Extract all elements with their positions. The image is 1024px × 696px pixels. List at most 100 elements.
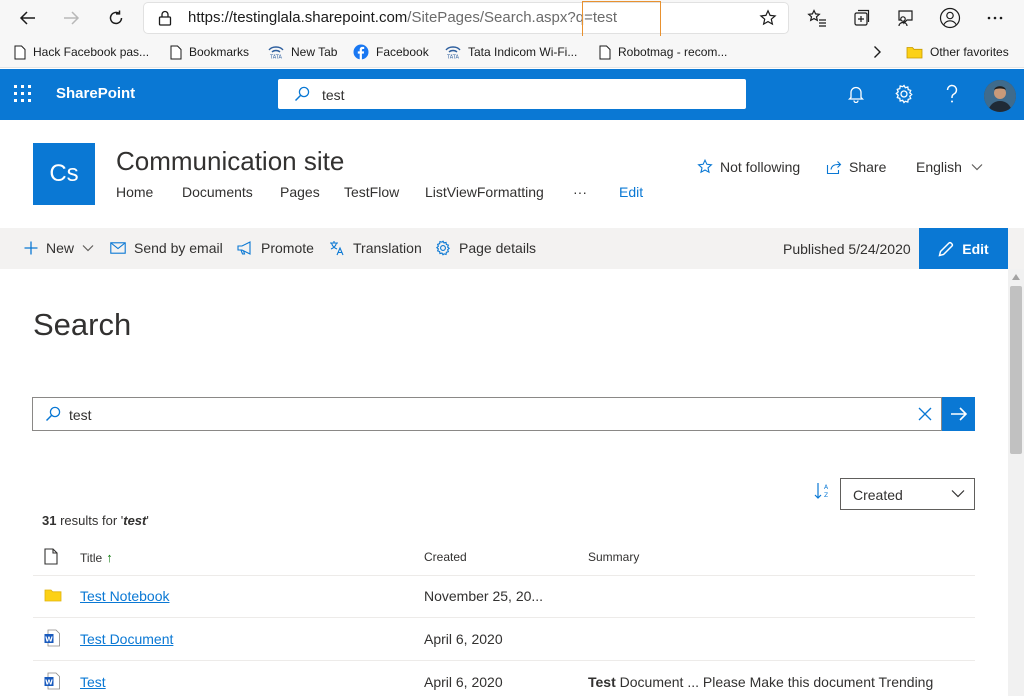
collections-button[interactable] <box>847 4 875 32</box>
site-logo[interactable]: Cs <box>33 143 95 205</box>
forward-button[interactable] <box>57 4 85 32</box>
profile-icon <box>939 7 961 29</box>
site-nav-listviewformatting[interactable]: ListViewFormatting <box>425 184 544 200</box>
svg-text:TATA: TATA <box>269 55 282 60</box>
result-created: April 6, 2020 <box>424 631 503 647</box>
site-nav-pages[interactable]: Pages <box>280 184 320 200</box>
sort-by-dropdown[interactable]: Created <box>840 478 975 510</box>
search-submit-button[interactable] <box>942 397 975 431</box>
published-status: Published 5/24/2020 <box>783 241 911 257</box>
svg-text:Z: Z <box>824 492 828 499</box>
gear-icon <box>436 240 450 256</box>
follow-label: Not following <box>720 159 801 175</box>
translation-button[interactable]: Translation <box>329 240 422 256</box>
site-nav-documents[interactable]: Documents <box>182 184 253 200</box>
follow-button[interactable]: Not following <box>697 159 800 175</box>
facebook-icon <box>353 44 369 60</box>
result-title-link[interactable]: Test Notebook <box>80 588 170 604</box>
promote-button[interactable]: Promote <box>237 240 314 256</box>
settings-more-button[interactable] <box>981 4 1009 32</box>
bookmark-tata-indicom[interactable]: TATA Tata Indicom Wi-Fi... <box>445 43 577 61</box>
site-nav-edit-link[interactable]: Edit <box>619 184 643 200</box>
mail-icon <box>110 242 126 254</box>
scrollbar-thumb[interactable] <box>1010 286 1022 454</box>
folder-icon <box>906 46 923 59</box>
send-by-email-button[interactable]: Send by email <box>110 240 223 256</box>
row-divider <box>33 617 975 618</box>
column-header-created[interactable]: Created <box>424 550 467 564</box>
app-launcher-waffle-icon[interactable] <box>14 85 32 103</box>
document-type-icon[interactable] <box>44 548 58 565</box>
sort-az-icon[interactable]: AZ <box>814 482 830 500</box>
scroll-up-arrow-icon[interactable] <box>1012 274 1020 280</box>
sort-by-value: Created <box>853 487 903 503</box>
edit-page-button[interactable]: Edit <box>919 228 1008 269</box>
svg-text:TATA: TATA <box>446 55 459 60</box>
user-photo-icon <box>984 80 1016 112</box>
new-label: New <box>46 240 75 256</box>
search-icon <box>45 406 61 422</box>
suite-search-box[interactable]: test <box>278 79 746 109</box>
summary-text: Document ... Please Make this document T… <box>615 674 934 690</box>
app-name[interactable]: SharePoint <box>56 85 135 102</box>
feedback-button[interactable] <box>891 4 919 32</box>
translate-icon <box>330 241 344 256</box>
browser-toolbar: https://testinglala.sharepoint.com/SiteP… <box>0 0 1024 37</box>
new-button[interactable]: New <box>24 240 94 256</box>
bell-icon <box>848 86 864 103</box>
profile-button[interactable] <box>936 4 964 32</box>
bookmark-label: Hack Facebook pas... <box>33 45 150 59</box>
result-title-link[interactable]: Test <box>80 674 106 690</box>
search-input[interactable]: test <box>69 407 92 423</box>
suite-search-input[interactable]: test <box>322 87 345 103</box>
column-header-title[interactable]: Title ↑ <box>80 550 113 565</box>
share-button[interactable]: Share <box>826 159 886 175</box>
chevron-down-icon <box>951 490 965 498</box>
bookmark-label: Facebook <box>376 45 429 59</box>
command-bar: New Send by email Promote Translation Pa… <box>0 228 1024 269</box>
site-nav-more[interactable]: ··· <box>573 184 587 200</box>
language-label: English <box>916 159 962 175</box>
column-header-summary[interactable]: Summary <box>588 550 639 564</box>
result-created: November 25, 20... <box>424 588 544 604</box>
share-icon <box>826 160 842 174</box>
bookmark-new-tab[interactable]: TATA New Tab <box>268 43 337 61</box>
notifications-button[interactable] <box>844 82 868 106</box>
result-title-link[interactable]: Test Document <box>80 631 173 647</box>
page-icon <box>599 45 611 60</box>
page-details-button[interactable]: Page details <box>435 240 536 256</box>
tata-icon: TATA <box>445 45 461 59</box>
site-nav-testflow[interactable]: TestFlow <box>344 184 399 200</box>
row-divider <box>33 660 975 661</box>
close-icon[interactable] <box>917 406 933 422</box>
bookmark-facebook[interactable]: Facebook <box>353 43 429 61</box>
bookmark-bookmarks[interactable]: Bookmarks <box>170 43 249 61</box>
bookmarks-overflow-button[interactable] <box>872 43 882 61</box>
url-text: https://testinglala.sharepoint.com/SiteP… <box>188 9 617 26</box>
help-button[interactable] <box>940 82 964 106</box>
more-dots-icon <box>987 16 1003 20</box>
address-bar[interactable]: https://testinglala.sharepoint.com/SiteP… <box>144 3 788 33</box>
favorites-button[interactable] <box>803 4 831 32</box>
url-query-highlight <box>582 1 661 37</box>
search-box[interactable]: test <box>32 397 942 431</box>
back-arrow-icon <box>19 11 35 25</box>
language-selector[interactable]: English <box>916 159 983 175</box>
search-icon <box>294 86 310 102</box>
back-button[interactable] <box>14 4 42 32</box>
user-avatar[interactable] <box>984 80 1016 112</box>
refresh-button[interactable] <box>102 4 130 32</box>
page-icon <box>170 45 182 60</box>
favorite-star-button[interactable] <box>754 4 782 32</box>
word-doc-icon: W <box>44 672 60 690</box>
column-title-label: Title <box>80 551 103 565</box>
site-title[interactable]: Communication site <box>116 146 344 177</box>
bookmark-robotmag[interactable]: Robotmag - recom... <box>599 43 727 61</box>
send-by-email-label: Send by email <box>134 240 223 256</box>
result-count-number: 31 <box>42 513 57 528</box>
other-favorites-folder[interactable]: Other favorites <box>906 43 1009 61</box>
result-count: 31 results for 'test' <box>42 513 149 528</box>
settings-button[interactable] <box>892 82 916 106</box>
site-nav-home[interactable]: Home <box>116 184 153 200</box>
bookmark-hack-facebook[interactable]: Hack Facebook pas... <box>14 43 149 61</box>
